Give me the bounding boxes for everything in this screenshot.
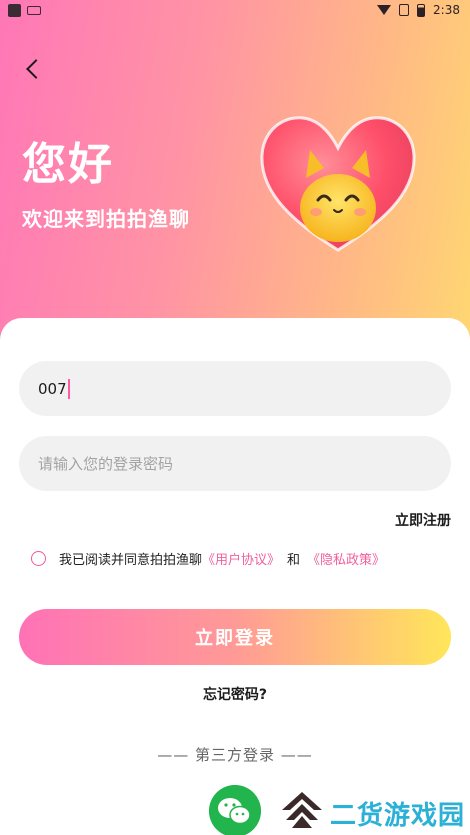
password-input[interactable]: 请输入您的登录密码 [19,436,451,491]
status-bar-right: 2:38 [377,3,460,17]
watermark-logo-icon [282,792,322,828]
third-party-login-divider: —— 第三方登录 —— [157,746,313,764]
account-input-value: 007 [38,379,67,398]
header-banner: 2:38 您好 欢迎来到拍拍渔聊 [0,0,470,350]
app-icon [8,4,21,17]
wifi-icon [377,5,392,15]
status-bar: 2:38 [0,0,470,22]
welcome-subtitle: 欢迎来到拍拍渔聊 [22,207,190,231]
user-agreement-link[interactable]: 《用户协议》 [202,549,280,568]
watermark-text: 二货游戏园 [330,801,466,831]
login-button[interactable]: 立即登录 [19,609,451,665]
forgot-password-link[interactable]: 忘记密码? [0,684,470,704]
notification-icon [27,6,41,15]
no-sim-icon [399,4,410,16]
status-bar-left [8,4,41,17]
agreement-text: 我已阅读并同意拍拍渔聊 [59,553,203,568]
password-placeholder: 请输入您的登录密码 [38,455,174,473]
greeting-title: 您好 [22,139,114,190]
text-cursor [67,378,70,399]
account-input[interactable]: 007 [19,361,451,416]
register-link[interactable]: 立即注册 [395,510,451,530]
heart-cat-mascot [260,116,416,252]
wechat-icon[interactable] [209,785,261,835]
agreement-and: 和 [287,553,301,568]
battery-icon [417,3,426,17]
privacy-policy-link[interactable]: 《隐私政策》 [307,549,385,568]
agreement-row: 我已阅读并同意拍拍渔聊 《用户协议》 和 《隐私政策》 [31,549,385,568]
status-time: 2:38 [433,3,460,17]
chevron-left-icon [26,59,46,79]
back-button[interactable] [16,52,50,86]
agreement-checkbox[interactable] [31,551,46,566]
